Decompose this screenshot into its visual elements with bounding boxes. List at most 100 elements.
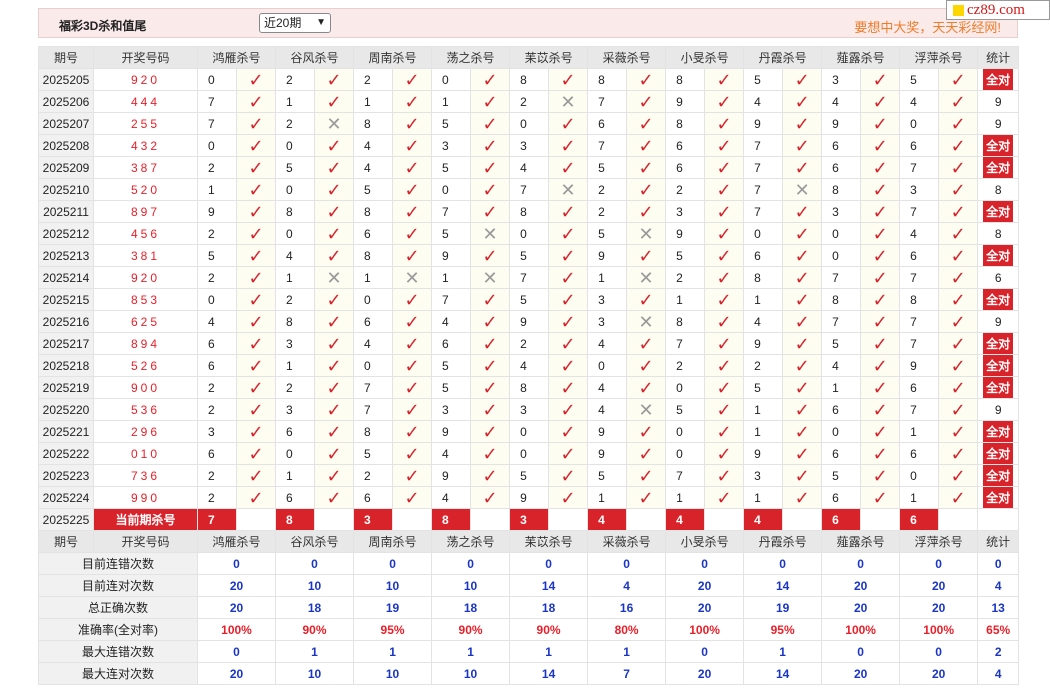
result-mark-cell: ✓: [548, 398, 589, 421]
kill-number-cell: 1: [821, 376, 862, 399]
current-blank-cell: [626, 508, 667, 531]
check-icon: ✓: [638, 465, 654, 486]
check-icon: ✓: [716, 311, 732, 332]
header-expert[interactable]: 丹霞杀号: [743, 46, 823, 69]
header-expert[interactable]: 薤露杀号: [821, 530, 901, 553]
stat-cell: 全对: [977, 200, 1020, 223]
header-expert[interactable]: 荡之杀号: [431, 46, 511, 69]
result-mark-cell: ✓: [235, 420, 277, 443]
check-icon: ✓: [872, 113, 888, 134]
summary-value: 95%: [743, 618, 823, 641]
kill-number-cell: 6: [899, 442, 940, 465]
period-range-select[interactable]: 近20期 ▼: [259, 13, 331, 33]
result-mark-cell: ✓: [938, 398, 979, 421]
result-mark-cell: ✓: [235, 178, 277, 201]
header-expert[interactable]: 谷风杀号: [275, 530, 355, 553]
header-expert[interactable]: 苿苡杀号: [509, 530, 589, 553]
summary-value: 0: [353, 552, 433, 575]
current-kill-number: 6: [821, 508, 862, 531]
header-expert[interactable]: 浮萍杀号: [899, 530, 979, 553]
result-mark-cell: ✓: [314, 354, 355, 377]
stat-cell: 8: [977, 222, 1020, 245]
check-icon: ✓: [326, 69, 342, 90]
header-expert[interactable]: 薤露杀号: [821, 46, 901, 69]
check-icon: ✓: [872, 201, 888, 222]
header-expert[interactable]: 采薇杀号: [587, 46, 667, 69]
kill-number-cell: 6: [899, 244, 940, 267]
period-range-value: 近20期: [264, 16, 302, 30]
header-expert[interactable]: 鸿雁杀号: [196, 46, 277, 69]
kill-number-cell: 0: [743, 222, 784, 245]
table-row: 2025212 456 2 ✓ 0 ✓ 6 ✓ 5 ✕ 0 ✓ 5 ✕ 9 ✓ 0 ✓ 0 ✓ 4 ✓ 8: [38, 222, 1020, 245]
summary-value: 10: [431, 574, 511, 597]
stat-cell: 6: [977, 266, 1020, 289]
result-mark-cell: ✓: [938, 156, 979, 179]
result-mark-cell: ✓: [314, 398, 355, 421]
kill-number-cell: 9: [431, 420, 472, 443]
result-mark-cell: ✓: [470, 332, 511, 355]
check-icon: ✓: [950, 399, 966, 420]
header-expert[interactable]: 周南杀号: [353, 530, 433, 553]
header-expert[interactable]: 小旻杀号: [665, 46, 745, 69]
period-cell: 2025211: [38, 200, 94, 223]
result-mark-cell: ✓: [704, 486, 745, 509]
check-icon: ✓: [794, 267, 810, 288]
check-icon: ✓: [716, 179, 732, 200]
kill-number-cell: 3: [431, 398, 472, 421]
result-mark-cell: ✓: [626, 376, 667, 399]
header-expert[interactable]: 浮萍杀号: [899, 46, 979, 69]
check-icon: ✓: [638, 443, 654, 464]
table-row: 2025210 520 1 ✓ 0 ✓ 5 ✓ 0 ✓ 7 ✕ 2 ✓ 2 ✓ 7 ✕ 8 ✓ 3 ✓ 8: [38, 178, 1020, 201]
summary-value: 20: [821, 574, 901, 597]
cross-icon: ✕: [482, 267, 498, 288]
header-expert[interactable]: 荡之杀号: [431, 530, 511, 553]
site-logo[interactable]: cz89.com: [946, 0, 1050, 20]
draw-number-cell: 387: [93, 156, 198, 179]
result-mark-cell: ✓: [548, 288, 589, 311]
kill-number-cell: 1: [431, 90, 472, 113]
result-mark-cell: ✓: [860, 420, 901, 443]
check-icon: ✓: [638, 355, 654, 376]
check-icon: ✓: [716, 157, 732, 178]
header-expert[interactable]: 小旻杀号: [665, 530, 745, 553]
kill-number-cell: 6: [665, 156, 706, 179]
header-expert[interactable]: 丹霞杀号: [743, 530, 823, 553]
header-expert[interactable]: 苿苡杀号: [509, 46, 589, 69]
kill-number-cell: 5: [665, 398, 706, 421]
kill-number-cell: 8: [353, 200, 394, 223]
table-row: 2025224 990 2 ✓ 6 ✓ 6 ✓ 4 ✓ 9 ✓ 1 ✓ 1 ✓ 1 ✓ 6 ✓ 1 ✓ 全对: [38, 486, 1020, 509]
result-mark-cell: ✓: [392, 178, 433, 201]
result-mark-cell: ✓: [938, 354, 979, 377]
kill-number-cell: 0: [899, 464, 940, 487]
result-mark-cell: ✓: [548, 332, 589, 355]
kill-number-cell: 6: [197, 354, 237, 377]
kill-number-cell: 4: [587, 376, 628, 399]
current-period-row: 2025225 当前期杀号 7 8 3 8 3 4 4 4 6 6: [38, 508, 1020, 531]
summary-value: 10: [275, 574, 355, 597]
header-expert[interactable]: 鸿雁杀号: [196, 530, 277, 553]
check-icon: ✓: [248, 289, 264, 310]
kill-number-cell: 9: [743, 442, 784, 465]
kill-number-cell: 9: [899, 354, 940, 377]
check-icon: ✓: [248, 465, 264, 486]
header-expert[interactable]: 周南杀号: [353, 46, 433, 69]
result-mark-cell: ✓: [392, 134, 433, 157]
kill-number-cell: 2: [509, 332, 550, 355]
kill-number-cell: 9: [431, 464, 472, 487]
draw-number-cell: 444: [93, 90, 198, 113]
kill-number-cell: 5: [821, 332, 862, 355]
stat-cell: 全对: [977, 486, 1020, 509]
current-kill-number: 4: [587, 508, 628, 531]
kill-number-cell: 4: [275, 244, 316, 267]
summary-value: 20: [899, 662, 979, 685]
check-icon: ✓: [794, 69, 810, 90]
result-mark-cell: ✓: [782, 288, 823, 311]
period-cell: 2025223: [38, 464, 94, 487]
header-expert[interactable]: 采薇杀号: [587, 530, 667, 553]
result-mark-cell: ✓: [860, 156, 901, 179]
result-mark-cell: ✓: [314, 464, 355, 487]
result-mark-cell: ✓: [860, 354, 901, 377]
result-mark-cell: ✓: [704, 156, 745, 179]
header-expert[interactable]: 谷风杀号: [275, 46, 355, 69]
check-icon: ✓: [248, 399, 264, 420]
